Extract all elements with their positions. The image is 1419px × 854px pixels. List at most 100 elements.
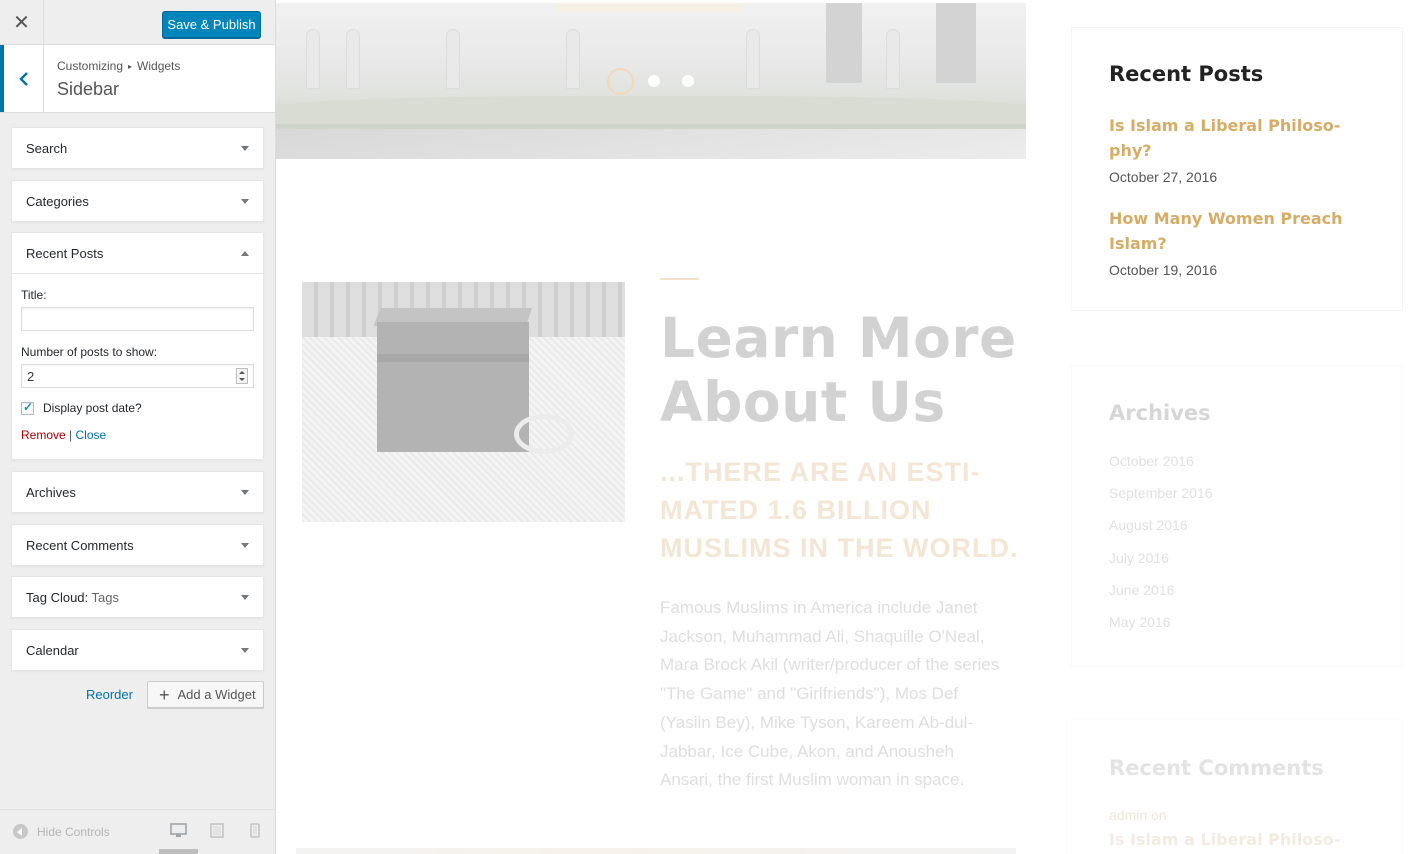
display-date-label: Display post date? xyxy=(43,401,142,415)
mosque-pillar xyxy=(826,3,862,83)
back-button[interactable] xyxy=(0,45,44,112)
garden-hedge xyxy=(276,96,1026,124)
archive-link[interactable]: October 2016 xyxy=(1109,453,1213,485)
widget-title: Recent Posts xyxy=(26,245,104,261)
title-label: Title: xyxy=(21,288,47,302)
about-heading: Learn More About Us xyxy=(660,306,1017,434)
accent-line xyxy=(660,278,699,280)
close-icon: ✕ xyxy=(13,11,30,34)
expand-arrow-icon xyxy=(241,542,249,548)
widget-title: Tag Cloud: Tags xyxy=(26,590,119,605)
recent-posts-title: Recent Posts xyxy=(1109,62,1264,86)
number-label: Number of posts to show: xyxy=(21,345,158,359)
image-kaaba xyxy=(377,322,529,452)
breadcrumb-separator: ▸ xyxy=(128,62,133,71)
actions-separator: | xyxy=(69,428,73,442)
slider-dot[interactable] xyxy=(648,75,660,87)
widget-recent-comments: Recent Comments xyxy=(11,524,264,566)
post-link[interactable]: How Many Women Preach Islam? xyxy=(1109,206,1359,256)
archive-link[interactable]: September 2016 xyxy=(1109,485,1213,517)
recent-comments-widget: Recent Comments admin on Is Islam a Libe… xyxy=(1072,720,1402,854)
kaaba-image xyxy=(302,282,625,522)
widget-title: Calendar xyxy=(26,642,79,658)
number-spinner[interactable] xyxy=(236,368,248,384)
customizer-panel: ✕ Save & Publish Customizing ▸ Widgets Sid… xyxy=(0,0,276,854)
post-item: How Many Women Preach Islam? October 19,… xyxy=(1109,206,1359,278)
recent-posts-widget: Recent Posts Is Islam a Liberal Philoso-… xyxy=(1072,28,1402,310)
archive-link[interactable]: July 2016 xyxy=(1109,550,1213,582)
slider-dot-active[interactable] xyxy=(607,68,634,95)
post-date: October 19, 2016 xyxy=(1109,262,1218,278)
desktop-icon[interactable] xyxy=(170,823,187,838)
archives-list: October 2016 September 2016 August 2016 … xyxy=(1109,453,1213,646)
widget-title: Recent Comments xyxy=(26,537,134,553)
chevron-left-icon xyxy=(18,71,28,86)
widget-toggle[interactable]: Archives xyxy=(12,472,263,512)
post-link[interactable]: Is Islam a Liberal Philoso-phy? xyxy=(1109,113,1359,163)
mosque-arch xyxy=(446,29,460,89)
mosque-arch xyxy=(886,29,900,89)
image-maqam xyxy=(514,414,574,454)
widget-title-sub: Tags xyxy=(91,589,120,605)
save-publish-button[interactable]: Save & Publish xyxy=(162,11,261,38)
customizer-header: ✕ Save & Publish xyxy=(0,0,275,45)
widget-title-main: Tag Cloud: xyxy=(26,589,89,605)
hide-controls-button[interactable]: Hide Controls xyxy=(13,824,110,839)
remove-link[interactable]: Remove xyxy=(21,428,66,442)
widget-title: Search xyxy=(26,140,68,156)
mobile-icon[interactable] xyxy=(250,823,260,838)
archives-title: Archives xyxy=(1109,401,1211,425)
widget-categories: Categories xyxy=(11,180,264,222)
expand-arrow-icon xyxy=(241,145,249,151)
display-date-row: Display post date? xyxy=(21,400,254,415)
widget-search: Search xyxy=(11,127,264,169)
add-widget-label: Add a Widget xyxy=(177,687,256,702)
widget-archives: Archives xyxy=(11,471,264,513)
comment-author[interactable]: admin on xyxy=(1109,807,1167,823)
mosque-arch xyxy=(566,29,580,89)
about-subheading: ...THERE ARE AN ESTI-MATED 1.6 BILLION M… xyxy=(660,457,1019,563)
customizer-footer: Hide Controls xyxy=(0,809,275,854)
bottom-strip xyxy=(296,848,1016,854)
section-title: Sidebar xyxy=(57,79,120,99)
courtyard xyxy=(276,129,1026,159)
display-date-checkbox[interactable] xyxy=(21,400,34,415)
widget-title: Categories xyxy=(26,193,89,209)
about-body: Famous Muslims in America include Janet … xyxy=(660,598,1000,790)
widget-toggle[interactable]: Search xyxy=(12,128,263,168)
archives-widget: Archives October 2016 September 2016 Aug… xyxy=(1072,366,1402,666)
comment-post-link[interactable]: Is Islam a Liberal Philoso- xyxy=(1109,830,1340,849)
site-preview: Learn More About Us ...THERE ARE AN ESTI… xyxy=(276,0,1419,854)
widget-actions: Remove | Close xyxy=(21,428,254,442)
image-kaaba-band xyxy=(377,354,529,362)
plus-icon: + xyxy=(159,684,170,705)
close-customizer-button[interactable]: ✕ xyxy=(0,0,44,44)
breadcrumb-root: Customizing xyxy=(57,59,124,73)
slider-dot[interactable] xyxy=(682,75,694,87)
post-date: October 27, 2016 xyxy=(1109,169,1218,185)
widget-toggle[interactable]: Recent Posts xyxy=(12,233,263,273)
add-widget-button[interactable]: + Add a Widget xyxy=(147,681,264,708)
archive-link[interactable]: June 2016 xyxy=(1109,582,1213,614)
close-link[interactable]: Close xyxy=(76,428,107,442)
breadcrumb-parent: Widgets xyxy=(137,59,181,73)
archive-link[interactable]: May 2016 xyxy=(1109,614,1213,646)
mosque-arch xyxy=(746,29,760,89)
title-input[interactable] xyxy=(21,307,254,331)
number-field xyxy=(21,364,254,388)
widget-toggle[interactable]: Recent Comments xyxy=(12,525,263,565)
expand-arrow-icon xyxy=(241,594,249,600)
widget-toggle[interactable]: Tag Cloud: Tags xyxy=(12,577,263,617)
widget-form: Title: Number of posts to show: Display … xyxy=(12,273,263,459)
tablet-icon[interactable] xyxy=(210,823,224,838)
hero-slider-image xyxy=(276,3,1026,159)
widget-toggle[interactable]: Categories xyxy=(12,181,263,221)
widget-toggle[interactable]: Calendar xyxy=(12,630,263,670)
widget-title: Archives xyxy=(26,484,76,500)
reorder-link[interactable]: Reorder xyxy=(86,687,133,702)
mosque-pillar xyxy=(936,3,976,83)
expand-arrow-icon xyxy=(241,647,249,653)
archive-link[interactable]: August 2016 xyxy=(1109,517,1213,549)
number-of-posts-input[interactable] xyxy=(21,364,254,388)
hide-controls-label: Hide Controls xyxy=(37,824,110,839)
